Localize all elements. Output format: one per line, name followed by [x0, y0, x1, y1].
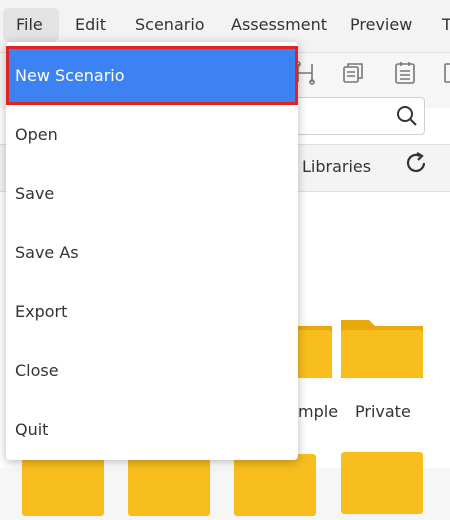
menu-item-open[interactable]: Open: [6, 105, 298, 164]
folder-label: Private: [355, 402, 411, 421]
file-menu-dropdown: New Scenario Open Save Save As Export Cl…: [6, 42, 298, 460]
refresh-icon[interactable]: [403, 150, 429, 176]
search-icon[interactable]: [396, 105, 418, 127]
list-icon[interactable]: [392, 60, 418, 86]
copy-icon[interactable]: [340, 60, 366, 86]
folder-icon[interactable]: [22, 454, 104, 516]
menu-item-export[interactable]: Export: [6, 282, 298, 341]
folder-icon[interactable]: [341, 452, 423, 514]
folder-icon[interactable]: [341, 316, 423, 378]
folder-icon[interactable]: [128, 454, 210, 516]
menu-file[interactable]: File: [3, 8, 59, 42]
menu-scenario[interactable]: Scenario: [122, 8, 218, 42]
folder-label: mple: [298, 402, 339, 421]
menu-item-save[interactable]: Save: [6, 164, 298, 223]
folder-icon[interactable]: [234, 454, 316, 516]
menu-preview[interactable]: Preview: [337, 8, 425, 42]
menu-assessment[interactable]: Assessment: [218, 8, 340, 42]
menu-item-save-as[interactable]: Save As: [6, 223, 298, 282]
menu-item-quit[interactable]: Quit: [6, 400, 298, 459]
menu-item-new-scenario[interactable]: New Scenario: [6, 46, 298, 105]
libraries-title: Libraries: [302, 157, 372, 176]
menu-edit[interactable]: Edit: [62, 8, 119, 42]
menu-tools[interactable]: T: [429, 8, 450, 42]
menu-item-close[interactable]: Close: [6, 341, 298, 400]
partial-icon[interactable]: [442, 60, 450, 86]
